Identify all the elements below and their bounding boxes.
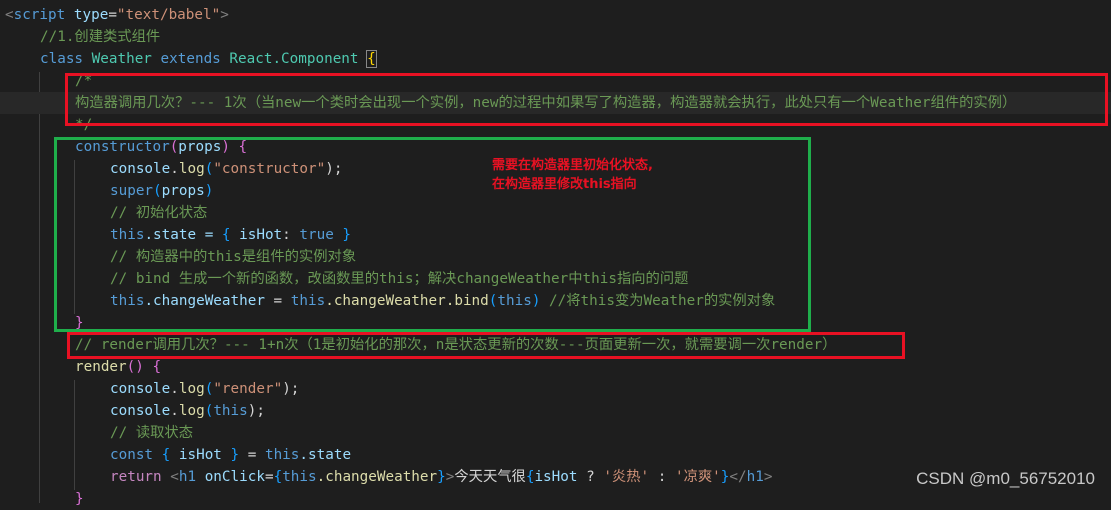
- member: .state: [299, 447, 352, 463]
- indent-guide: [39, 72, 40, 503]
- keyword: this: [264, 447, 300, 463]
- code-line-23: }: [75, 488, 84, 510]
- watermark: CSDN @m0_56752010: [916, 469, 1095, 488]
- function-name: log: [178, 403, 205, 419]
- brace: }: [221, 447, 240, 463]
- punct: .: [170, 381, 179, 397]
- function-name: log: [178, 381, 205, 397]
- base-class: React.Component: [229, 51, 359, 67]
- method-name: render: [75, 359, 127, 375]
- punct: );: [282, 381, 300, 397]
- tag-name: script: [13, 7, 66, 23]
- punct: .: [170, 403, 179, 419]
- identifier: console: [110, 381, 171, 397]
- indent-guide: [74, 380, 75, 490]
- code-line-3: class Weather extends React.Component {: [40, 48, 377, 70]
- comment: //1.创建类式组件: [40, 29, 161, 45]
- attr-name: onClick: [196, 469, 265, 485]
- code-line-21: const { isHot } = this.state: [110, 444, 351, 466]
- annotation-note-line-2: 在构造器里修改this指向: [492, 177, 637, 192]
- code-line-17: render() {: [75, 356, 161, 378]
- variable: isHot: [170, 447, 222, 463]
- punct: :: [649, 469, 675, 485]
- tag-close: >: [220, 7, 229, 23]
- code-line-20: // 读取状态: [110, 422, 193, 444]
- tag-open: <: [161, 469, 179, 485]
- brace: {: [153, 447, 171, 463]
- punct: ?: [577, 469, 604, 485]
- keyword: class: [40, 51, 84, 67]
- tag-open: <: [5, 7, 14, 23]
- jsx-text: 今天天气很: [454, 469, 526, 485]
- code-line-18: console.log("render");: [110, 378, 299, 400]
- attr-name: type: [73, 7, 109, 23]
- attr-value: "text/babel": [116, 7, 221, 23]
- brace: }: [437, 469, 446, 485]
- string: "render": [213, 381, 283, 397]
- keyword: this: [213, 403, 248, 419]
- string: '凉爽': [674, 469, 721, 485]
- brace: {: [366, 50, 377, 68]
- annotation-note-line-1: 需要在构造器里初始化状态,: [492, 158, 653, 173]
- member: .changeWeather: [316, 469, 438, 485]
- punct: =: [239, 447, 265, 463]
- keyword: const: [110, 447, 154, 463]
- annotation-box-render-comment: [67, 332, 905, 359]
- tag-open: </: [729, 469, 747, 485]
- code-line-2: //1.创建类式组件: [40, 26, 160, 48]
- brace: {: [273, 469, 283, 485]
- variable: isHot: [534, 469, 578, 485]
- keyword: extends: [160, 51, 221, 67]
- tag-close: >: [763, 469, 773, 485]
- comment: // 读取状态: [110, 425, 194, 441]
- identifier: console: [110, 403, 171, 419]
- tag-name: h1: [746, 469, 764, 485]
- code-line-22: return <h1 onClick={this.changeWeather}>…: [110, 466, 772, 488]
- code-line-19: console.log(this);: [110, 400, 265, 422]
- class-name: Weather: [91, 51, 152, 67]
- tag-name: h1: [178, 469, 197, 485]
- annotation-note: 需要在构造器里初始化状态, 在构造器里修改this指向: [492, 156, 653, 194]
- brace: }: [75, 491, 84, 507]
- annotation-box-constructor-comment: [65, 73, 1108, 126]
- paren: (): [126, 359, 144, 375]
- string: '炎热': [603, 469, 650, 485]
- keyword: this: [282, 469, 317, 485]
- annotation-box-constructor: [54, 137, 811, 332]
- keyword: return: [110, 469, 162, 485]
- punct: );: [247, 403, 265, 419]
- punct: =: [264, 469, 274, 485]
- brace: {: [143, 359, 162, 375]
- punct: =: [108, 7, 117, 23]
- code-line-1: <script type="text/babel">: [5, 4, 229, 26]
